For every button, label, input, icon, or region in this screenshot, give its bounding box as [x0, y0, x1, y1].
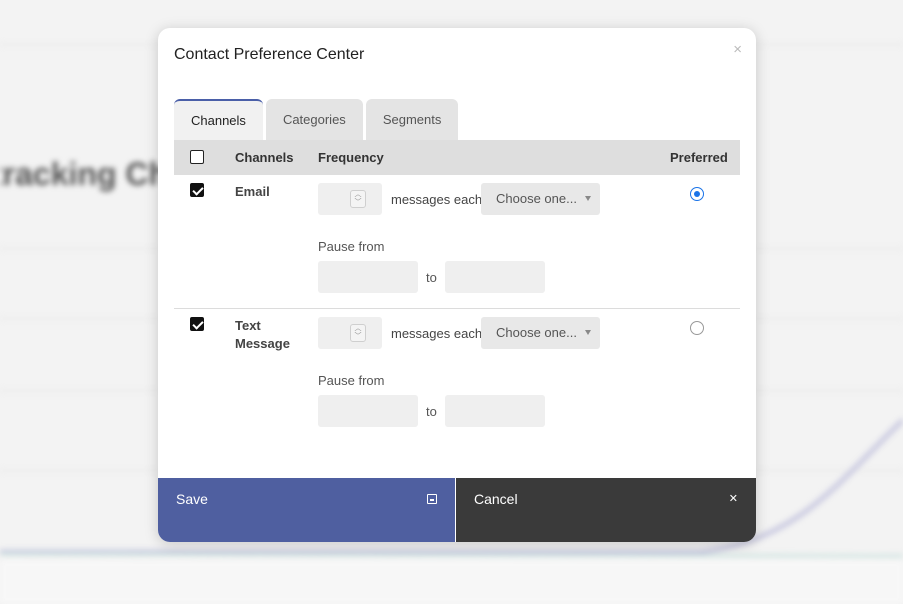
tab-categories[interactable]: Categories	[265, 99, 363, 140]
cancel-label: Cancel	[474, 491, 518, 507]
save-icon	[427, 494, 437, 504]
background-footer	[0, 560, 903, 604]
text-frequency-input[interactable]: ︿ ﹀	[318, 317, 382, 349]
to-label: to	[426, 270, 437, 285]
caret-down-icon	[585, 196, 591, 201]
email-pause-to-input[interactable]	[445, 261, 545, 293]
header-channels: Channels	[235, 150, 294, 165]
text-message-checkbox[interactable]	[190, 317, 204, 331]
email-period-select[interactable]: Choose one...	[481, 183, 600, 215]
text-period-select[interactable]: Choose one...	[481, 317, 600, 349]
stepper-icon[interactable]: ︿ ﹀	[350, 190, 366, 208]
messages-each-label: messages each	[391, 192, 483, 207]
table-row: Text Message ︿ ﹀ messages each Choose one…	[174, 309, 740, 442]
select-all-checkbox[interactable]	[190, 150, 204, 164]
header-frequency: Frequency	[318, 150, 384, 165]
header-preferred: Preferred	[670, 150, 728, 165]
text-pause-to-input[interactable]	[445, 395, 545, 427]
pause-from-label: Pause from	[318, 373, 385, 388]
select-value: Choose one...	[496, 191, 577, 206]
channel-label-text-message: Text Message	[235, 318, 290, 351]
cancel-button[interactable]: Cancel ✕	[456, 478, 756, 542]
email-frequency-input[interactable]: ︿ ﹀	[318, 183, 382, 215]
table-header: Channels Frequency Preferred	[174, 140, 740, 175]
close-icon[interactable]: ×	[733, 42, 742, 57]
pause-from-label: Pause from	[318, 239, 385, 254]
close-icon: ✕	[728, 493, 738, 505]
tab-channels[interactable]: Channels	[174, 99, 263, 140]
preference-modal: Contact Preference Center × Channels Cat…	[158, 28, 756, 542]
caret-down-icon	[585, 330, 591, 335]
save-label: Save	[176, 491, 208, 507]
to-label: to	[426, 404, 437, 419]
modal-title: Contact Preference Center	[174, 46, 365, 63]
stepper-icon[interactable]: ︿ ﹀	[350, 324, 366, 342]
tab-bar: Channels Categories Segments	[174, 99, 459, 140]
select-value: Choose one...	[496, 325, 577, 340]
modal-footer: Save Cancel ✕	[158, 478, 756, 542]
table-row: Email ︿ ﹀ messages each Choose one... Pau…	[174, 175, 740, 308]
channel-label-email: Email	[235, 184, 270, 199]
email-preferred-radio[interactable]	[690, 187, 704, 201]
tab-segments[interactable]: Segments	[365, 99, 459, 140]
email-checkbox[interactable]	[190, 183, 204, 197]
save-button[interactable]: Save	[158, 478, 456, 542]
messages-each-label: messages each	[391, 326, 483, 341]
text-pause-from-input[interactable]	[318, 395, 418, 427]
text-preferred-radio[interactable]	[690, 321, 704, 335]
email-pause-from-input[interactable]	[318, 261, 418, 293]
